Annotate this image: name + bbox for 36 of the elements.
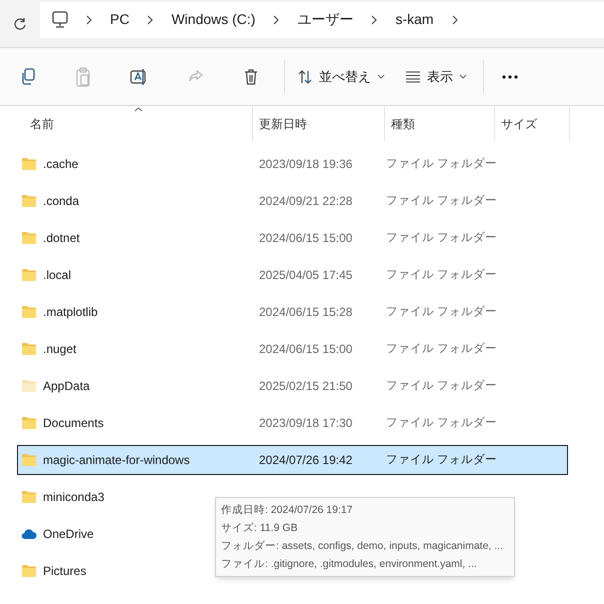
sort-label: 並べ替え [319,68,371,86]
file-type: ファイル フォルダー [386,194,498,207]
tooltip-line: サイズ: 11.9 GB [221,521,299,536]
file-type: ファイル フォルダー [386,232,498,244]
modified-date: 2025/04/05 17:45 [259,268,352,282]
file-type: ファイル フォルダー [386,380,498,392]
view-label: 表示 [427,68,453,86]
file-type: ファイル フォルダー [386,416,498,429]
modified-date: 2023/09/18 17:30 [259,416,352,430]
modified-date: 2024/07/26 19:42 [259,452,352,466]
file-name: magic-animate-for-windows [43,452,190,468]
file-name: .cache [43,156,78,172]
file-name: Pictures [43,562,86,580]
file-name: Documents [43,414,104,432]
modified-date: 2025/02/15 21:50 [259,378,352,392]
modified-date: 2024/06/15 15:28 [259,304,352,318]
tooltip-line: フォルダー: assets, configs, demo, inputs, magicanimate, ... [221,539,504,554]
file-type: ファイル フォルダー [386,158,498,170]
file-name: AppData [43,378,90,394]
file-name: .matplotlib [43,304,98,320]
tooltip-line: 作成日時: 2024/07/26 19:17 [221,503,354,518]
modified-date: 2024/06/15 15:00 [259,342,352,356]
file-type: ファイル フォルダー [386,342,498,355]
tooltip-line: ファイル: .gitignore, .gitmodules, environment.yaml, ... [221,557,478,572]
file-name: .nuget [43,340,76,358]
file-name: .conda [43,192,80,210]
file-name: .local [43,266,72,284]
modified-date: 2024/09/21 22:28 [259,194,352,208]
file-name: miniconda3 [43,488,104,506]
file-name: OneDrive [43,526,94,542]
modified-date: 2023/09/18 19:36 [259,156,352,170]
file-type: ファイル フォルダー [386,306,498,318]
file-type: ファイル フォルダー [386,268,498,281]
modified-date: 2024/06/15 15:00 [259,230,352,244]
file-name: .dotnet [43,230,80,246]
file-type: ファイル フォルダー [386,454,498,466]
